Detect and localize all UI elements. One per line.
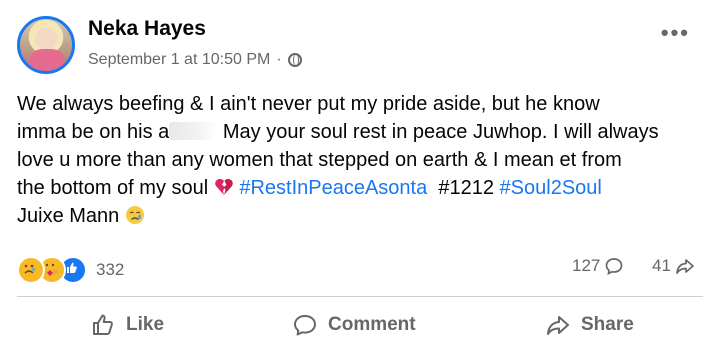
comments-count-link[interactable]: 127 (572, 256, 624, 276)
hashtag-link[interactable]: #Soul2Soul (500, 177, 602, 199)
post-text-line: the bottom of my soul (17, 177, 214, 199)
like-button[interactable]: Like (90, 312, 164, 338)
avatar[interactable] (17, 16, 75, 74)
post-text-line: Juixe Mann (17, 205, 120, 227)
globe-icon[interactable] (287, 53, 302, 67)
share-icon (547, 316, 569, 335)
author-name[interactable]: Neka Hayes (88, 17, 206, 41)
shares-count-link[interactable]: 41 (652, 256, 695, 276)
share-label: Share (581, 314, 634, 335)
comment-label: Comment (328, 314, 416, 335)
comment-bubble-icon (606, 258, 623, 275)
reaction-summary[interactable]: 332 (17, 256, 124, 284)
post-text-line: We always beefing & I ain't never put my… (17, 93, 600, 115)
facebook-post: Neka Hayes September 1 at 10:50 PM · •••… (0, 0, 720, 354)
sad-reaction-icon (17, 256, 45, 284)
comment-button[interactable]: Comment (292, 312, 416, 338)
thumbs-up-icon (93, 314, 113, 335)
more-options-icon[interactable]: ••• (661, 22, 690, 44)
post-text-line: #1212 (438, 177, 494, 199)
hashtag-link[interactable]: #RestInPeaceAsonta (239, 177, 427, 199)
comments-count: 127 (572, 256, 601, 275)
shares-count: 41 (652, 256, 671, 275)
post-text: We always beefing & I ain't never put my… (17, 90, 707, 230)
comment-icon (294, 315, 316, 336)
censor-blur (169, 122, 218, 140)
meta-separator: · (276, 51, 282, 68)
broken-heart-emoji (214, 179, 233, 195)
divider (17, 296, 703, 297)
post-text-line: imma be on his a (17, 121, 170, 143)
post-timestamp[interactable]: September 1 at 10:50 PM (88, 51, 270, 69)
post-meta: September 1 at 10:50 PM · (88, 51, 302, 69)
like-label: Like (126, 314, 165, 335)
reactions-count: 332 (96, 260, 125, 279)
crying-face-emoji (125, 206, 144, 224)
post-text-line: love u more than any women that stepped … (17, 149, 622, 171)
share-button[interactable]: Share (545, 312, 634, 338)
share-arrow-icon (676, 259, 694, 274)
post-text-line: May your soul rest in peace Juwhop. I wi… (217, 121, 659, 143)
